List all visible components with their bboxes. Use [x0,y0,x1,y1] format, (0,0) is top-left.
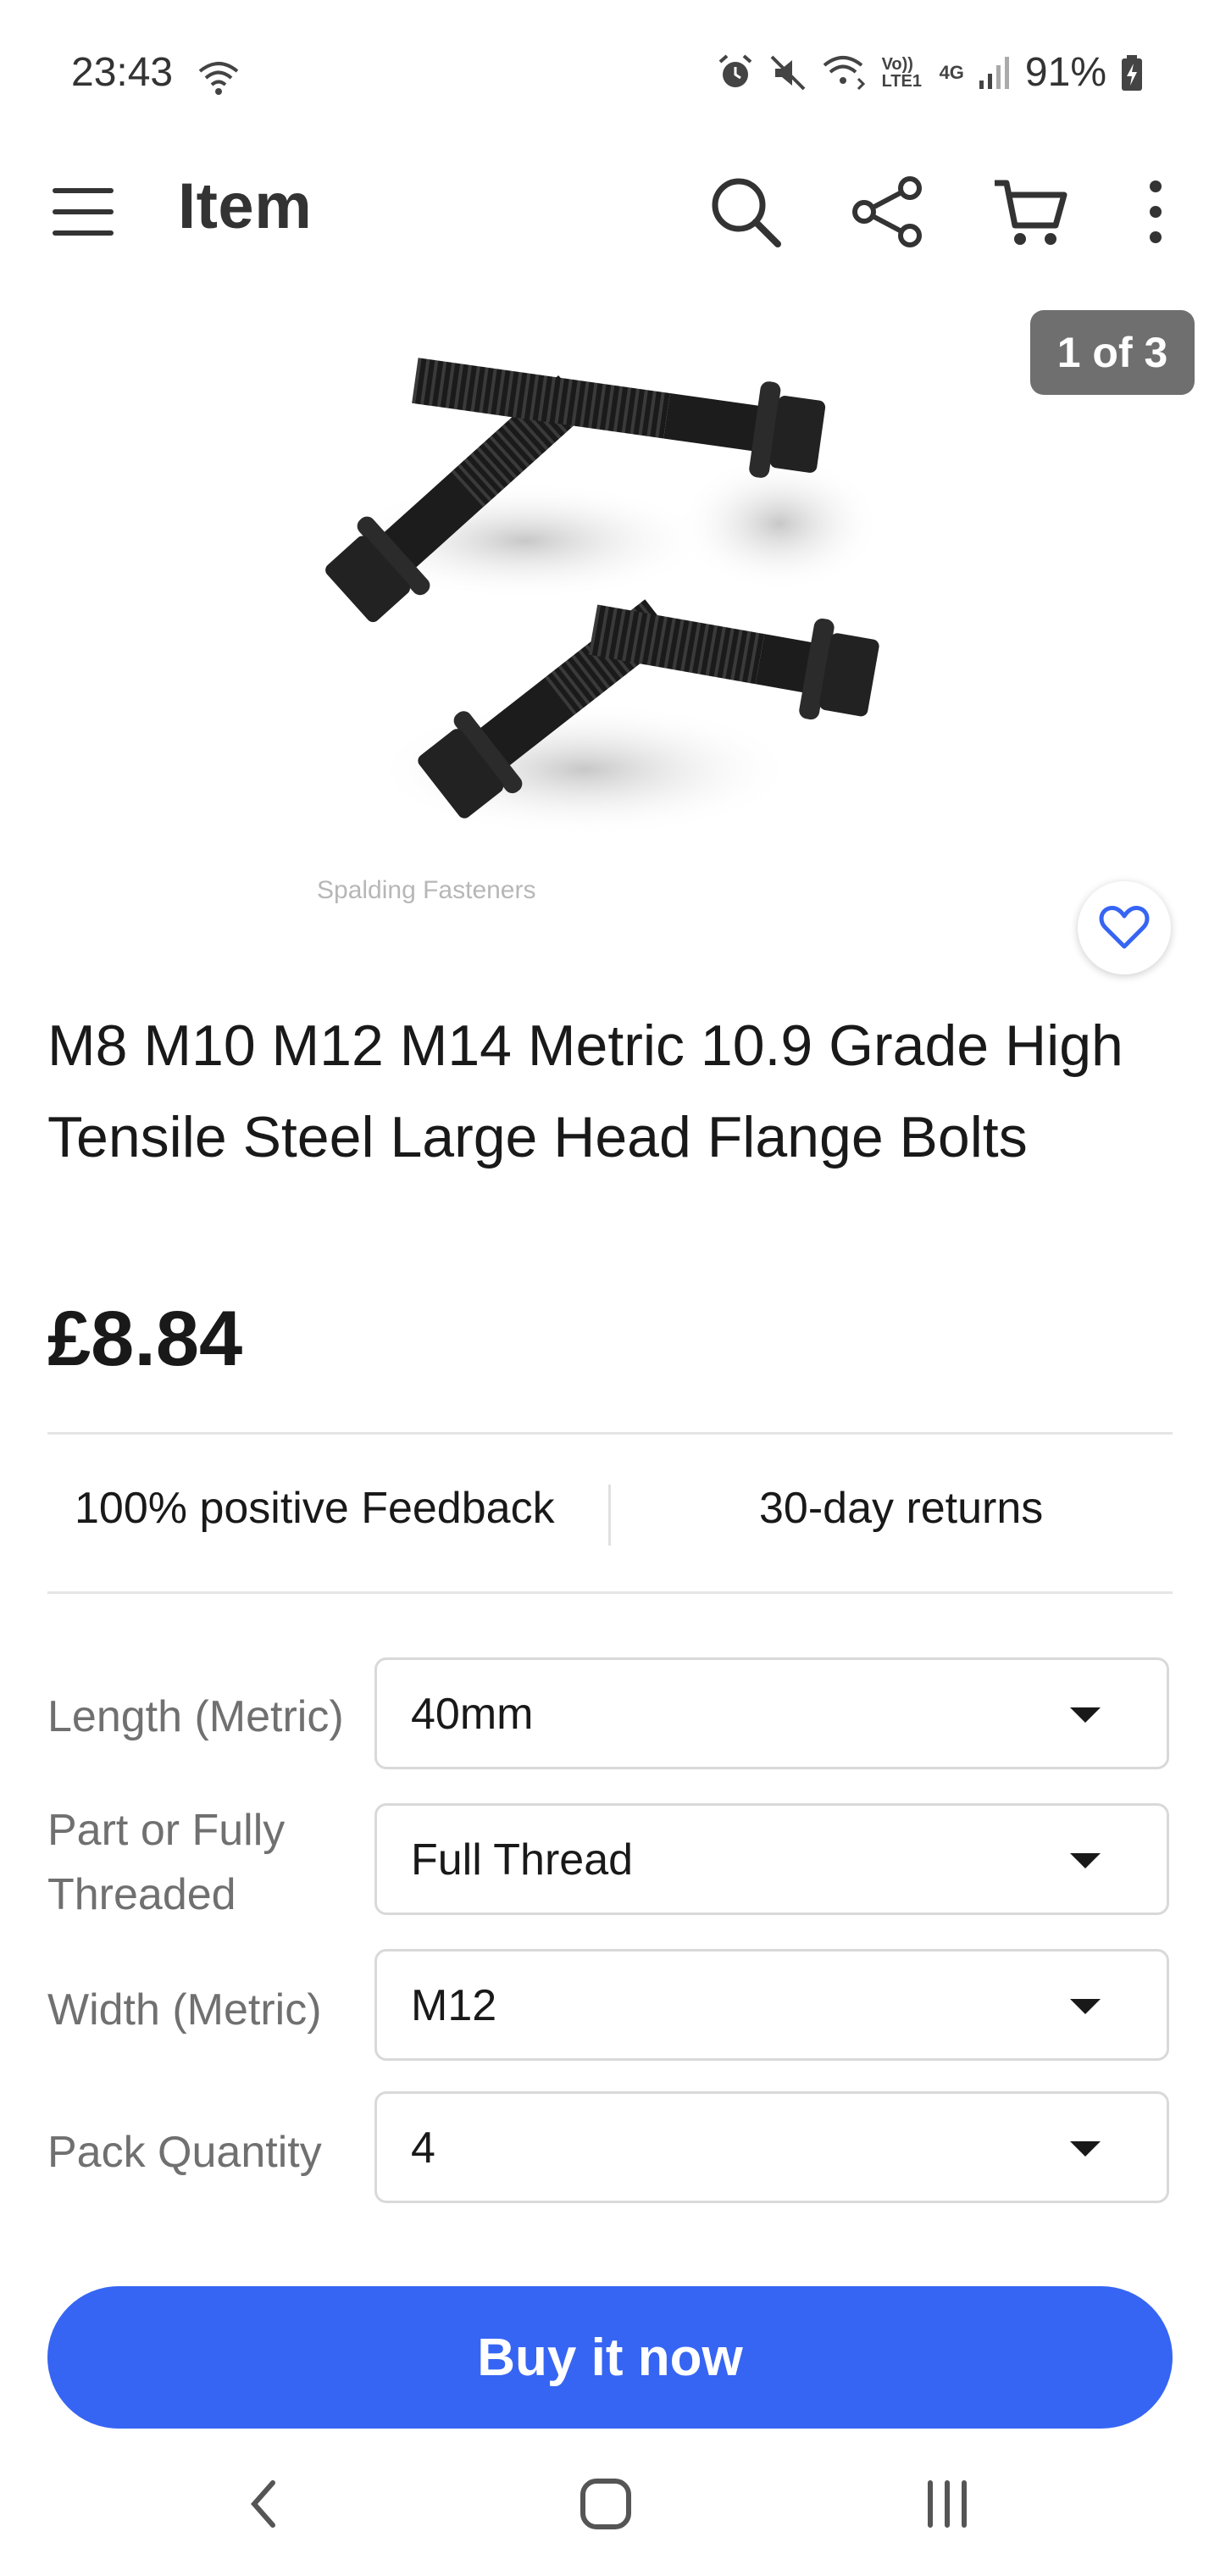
alarm-icon [718,53,751,87]
selector-label-width: Width (Metric) [47,1985,322,2035]
feature-separator [608,1485,611,1546]
search-icon[interactable] [707,173,785,251]
selector-label-pack: Pack Quantity [47,2128,322,2177]
status-icons: Vo)) LTE1 4G 91% [716,49,1144,96]
battery-charging-icon [1122,54,1142,91]
status-bar: 23:43 Vo)) LTE1 4G 91% [0,0,1220,144]
product-image[interactable] [305,329,949,871]
4g-icon: 4G [939,61,964,83]
thread-select[interactable]: Full Thread [374,1803,1169,1915]
image-watermark: Spalding Fasteners [317,876,536,904]
battery-percent: 91% [1024,50,1106,95]
thread-select-value: Full Thread [411,1835,634,1885]
image-gallery[interactable] [0,295,1220,964]
divider [47,1432,1173,1435]
chevron-down-icon [1070,1999,1101,2014]
width-select-value: M12 [411,1981,497,2030]
chevron-down-icon [1070,2141,1101,2157]
wifi-call-icon [823,55,865,90]
returns-link[interactable]: 30-day returns [759,1483,1043,1534]
share-icon[interactable] [849,173,927,251]
cart-icon[interactable] [991,173,1069,251]
signal-icon [979,56,1009,89]
menu-icon[interactable] [51,180,115,244]
page-title: Item [178,170,313,242]
feedback-link[interactable]: 100% positive Feedback [75,1483,555,1534]
item-title: M8 M10 M12 M14 Metric 10.9 Grade High Te… [47,1013,1123,1169]
length-select[interactable]: 40mm [374,1657,1169,1769]
status-time: 23:43 [71,50,174,95]
buy-now-button[interactable]: Buy it now [47,2286,1173,2429]
length-select-value: 40mm [411,1690,534,1739]
volte-icon: Vo)) LTE1 [881,54,922,91]
pack-quantity-select-value: 4 [411,2124,435,2173]
pack-quantity-select[interactable]: 4 [374,2091,1169,2203]
divider [47,1591,1173,1594]
selector-label-length: Length (Metric) [47,1692,344,1741]
heart-icon [1099,906,1150,949]
home-icon[interactable] [580,2476,632,2532]
chevron-down-icon [1070,1853,1101,1868]
back-icon[interactable] [242,2474,285,2534]
item-price: £8.84 [47,1296,243,1382]
more-vertical-icon[interactable] [1117,173,1195,251]
mute-icon [770,55,805,90]
recents-icon[interactable] [922,2476,973,2532]
image-counter: 1 of 3 [1030,310,1195,395]
selector-label-thread: Part or Fully Threaded [47,1806,286,1919]
width-select[interactable]: M12 [374,1949,1169,2061]
favorite-button[interactable] [1078,881,1171,974]
wifi-icon [198,62,239,95]
chevron-down-icon [1070,1707,1101,1723]
